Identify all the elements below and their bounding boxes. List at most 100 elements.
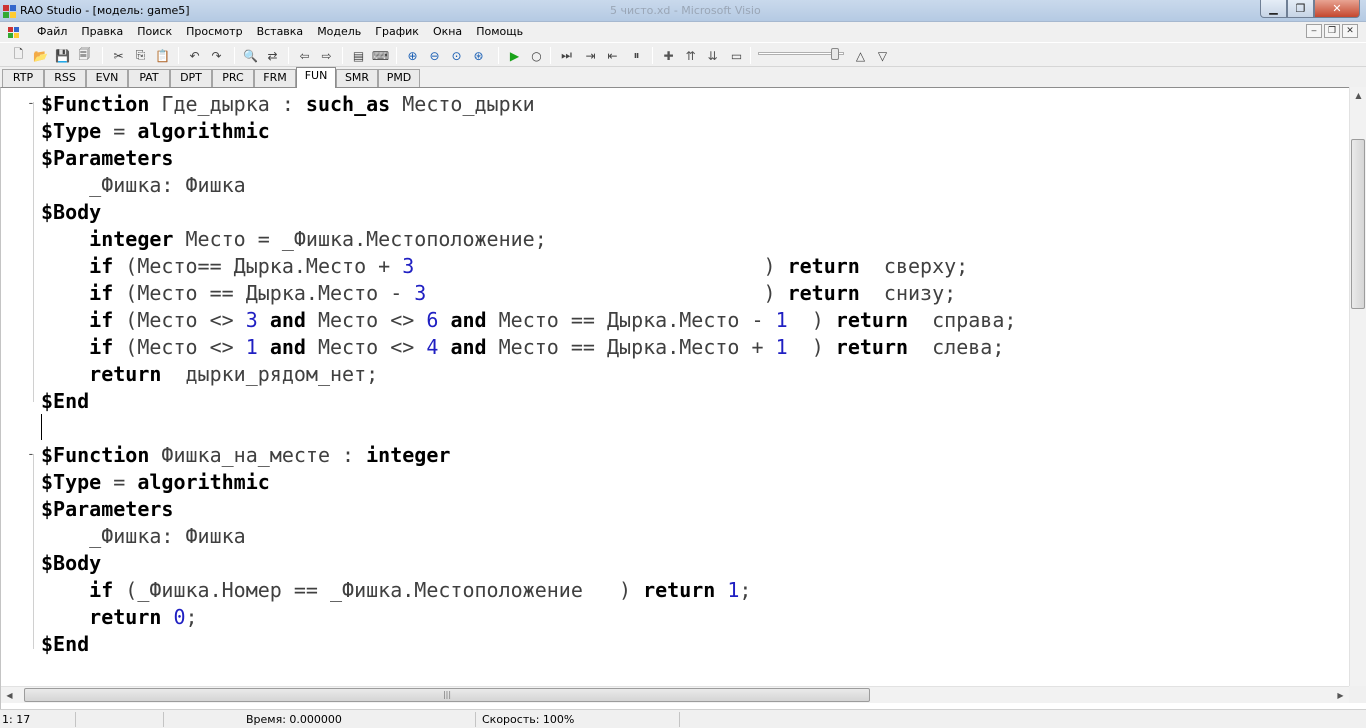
redo-icon[interactable]: ↷	[208, 47, 225, 64]
back-icon[interactable]: ⇦	[296, 47, 313, 64]
save-icon[interactable]: 💾	[54, 47, 71, 64]
menu-item[interactable]: Вставка	[250, 25, 311, 39]
open-icon[interactable]: 📂	[32, 47, 49, 64]
first-icon[interactable]: ⇈	[682, 47, 699, 64]
code-keyword: $Function	[41, 92, 150, 116]
tab-evn[interactable]: EVN	[86, 69, 128, 87]
code-text: дырки_рядом_нет;	[161, 362, 379, 386]
code-text: Место <>	[305, 308, 427, 332]
menu-item[interactable]: График	[368, 25, 426, 39]
child-restore-button[interactable]: ❐	[1324, 24, 1340, 38]
background-window-title: 5 чисто.xd - Microsoft Visio	[610, 4, 761, 17]
toolbar-separator	[234, 47, 235, 64]
code-keyword: return	[787, 254, 860, 278]
toolbar-separator	[498, 47, 499, 64]
forward-icon[interactable]: ⇨	[318, 47, 335, 64]
new-icon[interactable]: 🗋	[10, 47, 27, 64]
code-text: =	[101, 119, 138, 143]
cut-icon[interactable]: ✂	[110, 47, 127, 64]
tab-pmd[interactable]: PMD	[378, 69, 420, 87]
menu-item[interactable]: Правка	[74, 25, 130, 39]
step-back-icon[interactable]: ⇤	[604, 47, 621, 64]
toolbar-separator	[550, 47, 551, 64]
code-keyword: algorithmic	[137, 470, 270, 494]
child-minimize-button[interactable]: ‒	[1306, 24, 1322, 38]
paste-icon[interactable]: 📋	[154, 47, 171, 64]
replace-icon[interactable]: ⇄	[264, 47, 281, 64]
maximize-button[interactable]: ❐	[1287, 0, 1314, 18]
tab-rss[interactable]: RSS	[44, 69, 86, 87]
code-keyword: $Body	[41, 200, 102, 224]
copy-icon[interactable]: ⎘	[132, 47, 149, 64]
add-icon[interactable]: ✚	[660, 47, 677, 64]
scroll-right-icon[interactable]: ▶	[1332, 687, 1349, 704]
code-keyword: $Type	[41, 119, 102, 143]
zoom-out-icon[interactable]: ⊖	[426, 47, 443, 64]
zoom-reset-icon[interactable]: ⊙	[448, 47, 465, 64]
code-text: слева;	[908, 335, 1005, 359]
code-text: Место = _Фишка.Местоположение;	[173, 227, 547, 251]
document-icon[interactable]	[6, 24, 22, 40]
step-icon[interactable]: ⏭	[558, 47, 575, 64]
tab-rtp[interactable]: RTP	[2, 69, 44, 87]
code-line: $Function Фишка_на_месте : integer	[41, 442, 450, 469]
menu-item[interactable]: Файл	[30, 25, 74, 39]
remove-icon[interactable]: ▭	[728, 47, 745, 64]
keyboard-icon[interactable]: ⌨	[372, 47, 389, 64]
step-over-icon[interactable]: ⇥	[582, 47, 599, 64]
save-all-icon[interactable]: 🗐	[76, 47, 93, 64]
vertical-scrollbar[interactable]: ▲ ▼	[1349, 87, 1366, 703]
zoom-fit-icon[interactable]: ⊛	[470, 47, 487, 64]
code-keyword: integer	[89, 227, 174, 251]
tab-dpt[interactable]: DPT	[170, 69, 212, 87]
code-number: 1	[775, 335, 788, 359]
tab-frm[interactable]: FRM	[254, 69, 296, 87]
code-text: Место_дырки	[390, 92, 535, 116]
code-keyword: and	[450, 308, 487, 332]
scroll-up-icon[interactable]: ▲	[1350, 87, 1366, 104]
code-line: if (Место == Дырка.Место - 3 ) return сн…	[41, 280, 956, 307]
code-editor[interactable]: - - $Function Где_дырка : such_as Место_…	[0, 87, 1366, 709]
bookmark-icon[interactable]: ▤	[350, 47, 367, 64]
code-line: if (_Фишка.Номер == _Фишка.Местоположени…	[41, 577, 751, 604]
window-title: RAO Studio - [модель: game5]	[20, 4, 190, 17]
find-icon[interactable]: 🔍	[242, 47, 259, 64]
menu-item[interactable]: Помощь	[469, 25, 530, 39]
stop-icon[interactable]: ○	[528, 47, 545, 64]
fold-marker[interactable]: -	[27, 447, 35, 462]
fold-marker[interactable]: -	[27, 96, 35, 111]
up-icon[interactable]: △	[852, 47, 869, 64]
menu-item[interactable]: Поиск	[130, 25, 179, 39]
tab-prc[interactable]: PRC	[212, 69, 254, 87]
horizontal-scroll-thumb[interactable]: |||	[24, 688, 870, 702]
close-button[interactable]: ✕	[1314, 0, 1360, 18]
code-text: Фишка_на_месте :	[149, 443, 367, 467]
tab-pat[interactable]: PAT	[128, 69, 170, 87]
code-text: )	[787, 335, 836, 359]
code-number: 4	[426, 335, 439, 359]
pause-icon[interactable]: ⏸	[628, 47, 645, 64]
child-close-button[interactable]: ✕	[1342, 24, 1358, 38]
menu-item[interactable]: Модель	[310, 25, 368, 39]
code-text: )	[426, 281, 788, 305]
file-tabs: RTP RSS EVN PAT DPT PRC FRM FUN SMR PMD	[0, 67, 1366, 88]
zoom-in-icon[interactable]: ⊕	[404, 47, 421, 64]
tab-smr[interactable]: SMR	[336, 69, 378, 87]
undo-icon[interactable]: ↶	[186, 47, 203, 64]
speed-slider-thumb[interactable]	[831, 48, 840, 60]
vertical-scroll-thumb[interactable]	[1351, 139, 1365, 309]
minimize-button[interactable]: ▁	[1260, 0, 1287, 18]
tab-fun[interactable]: FUN	[296, 67, 336, 88]
menu-item[interactable]: Просмотр	[179, 25, 249, 39]
down-icon[interactable]: ▽	[874, 47, 891, 64]
code-text: )	[414, 254, 788, 278]
horizontal-scrollbar[interactable]: ◀ ||| ▶	[1, 686, 1349, 703]
last-icon[interactable]: ⇊	[704, 47, 721, 64]
scroll-left-icon[interactable]: ◀	[1, 687, 18, 704]
code-text: _Фишка: Фишка	[41, 524, 246, 548]
code-text: (Место <>	[113, 308, 246, 332]
menu-item[interactable]: Окна	[426, 25, 469, 39]
run-icon[interactable]: ▶	[506, 47, 523, 64]
